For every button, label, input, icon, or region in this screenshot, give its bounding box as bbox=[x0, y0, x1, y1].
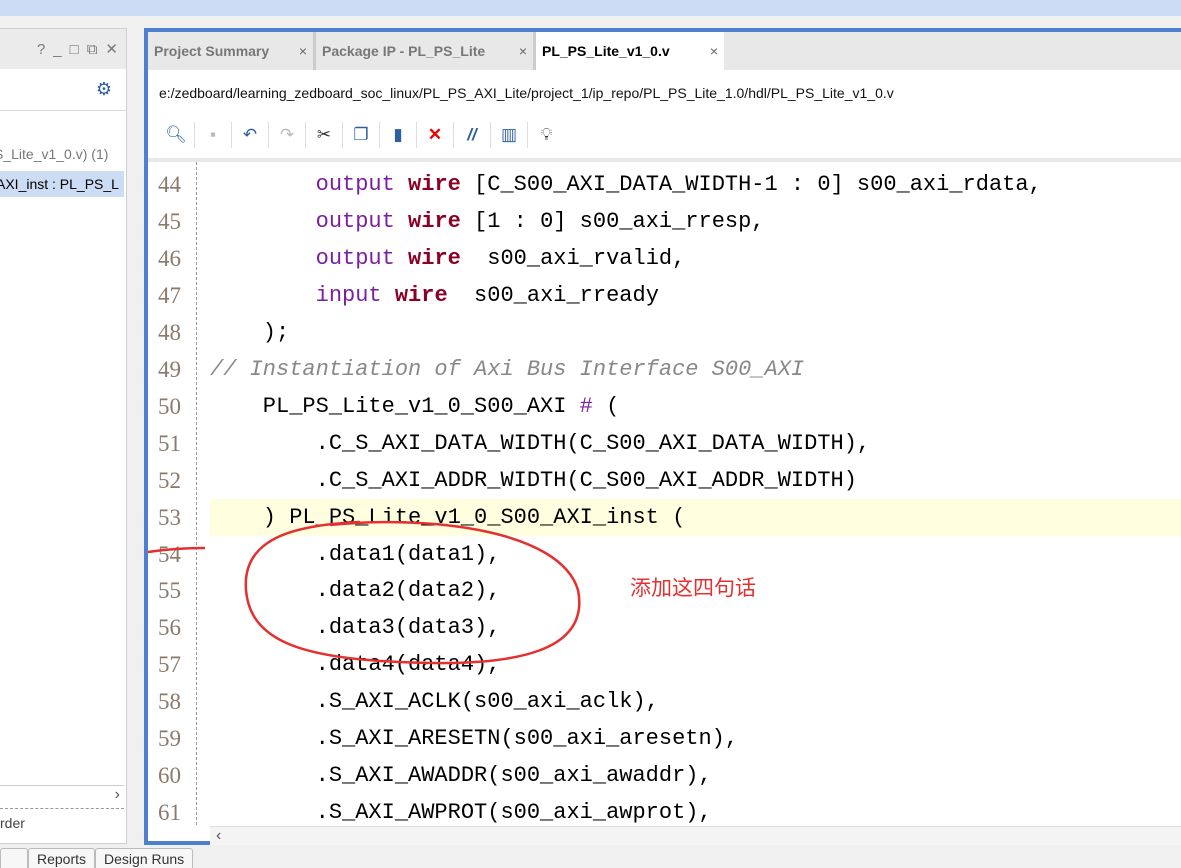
red-ellipse-annotation bbox=[147, 520, 581, 665]
annotation-note: 添加这四句话 bbox=[630, 577, 756, 600]
